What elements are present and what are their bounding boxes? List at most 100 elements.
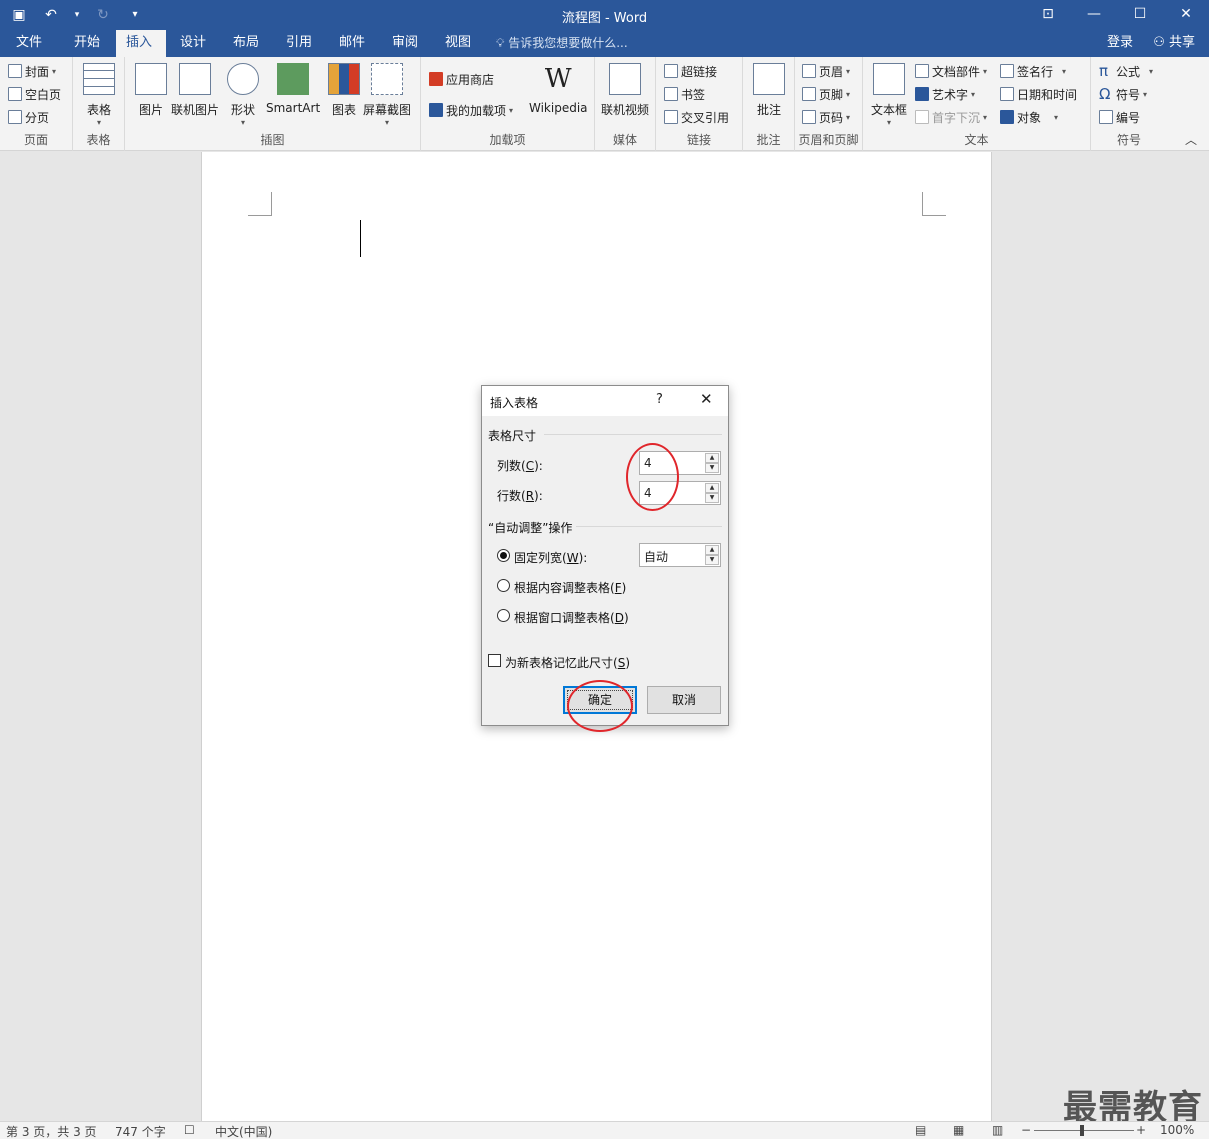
maximize-icon[interactable]: ☐ [1117,0,1163,30]
tab-view[interactable]: 视图 [435,30,481,57]
spin-down-icon[interactable]: ▼ [705,555,719,565]
access-key: C [525,459,535,473]
collapse-ribbon-icon[interactable]: ︿ [1185,131,1197,148]
login-link[interactable]: 登录 [1107,30,1133,57]
group-label: 链接 [686,133,711,147]
textbox-button[interactable]: 文本框 ▾ [871,63,907,127]
cross-reference-button[interactable]: 交叉引用 [664,107,729,127]
tell-me-text: 告诉我您想要做什么... [508,36,628,50]
spin-down-icon[interactable]: ▼ [705,463,719,473]
label-text: ) [623,611,629,625]
online-pictures-button[interactable]: 联机图片 [171,63,219,118]
print-layout-icon[interactable]: ▦ [953,1123,964,1137]
wikipedia-button[interactable]: W Wikipedia [529,63,588,115]
store-button[interactable]: 应用商店 [429,69,494,89]
tab-layout[interactable]: 布局 [223,30,269,57]
video-icon [609,63,641,95]
shapes-button[interactable]: 形状 ▾ [227,63,259,127]
pictures-button[interactable]: 图片 [135,63,167,118]
quick-parts-button[interactable]: 文档部件 ▾ [915,61,987,81]
equation-label: 公式 [1116,64,1141,79]
wikipedia-label: Wikipedia [529,101,588,115]
zoom-out-icon[interactable]: − [1021,1123,1031,1137]
group-addins: 应用商店 我的加载项 ▾ W Wikipedia 加载项 [421,57,595,151]
word-count[interactable]: 747 个字 [115,1123,166,1139]
proofing-icon[interactable]: ☐︎ [184,1123,195,1137]
read-mode-icon[interactable]: ▤ [915,1123,926,1137]
screenshot-label: 屏幕截图 [363,103,412,117]
dialog-close-button[interactable]: ✕ [700,390,713,408]
chevron-down-icon: ▾ [846,112,851,122]
online-video-button[interactable]: 联机视频 [601,63,649,118]
tab-design[interactable]: 设计 [170,30,216,57]
zoom-slider-track[interactable] [1034,1130,1134,1131]
label-text: ): [534,489,543,503]
page-number-button[interactable]: 页码 ▾ [802,107,850,127]
cancel-button[interactable]: 取消 [647,686,721,714]
comment-button[interactable]: 批注 [753,63,785,118]
footer-button[interactable]: 页脚 ▾ [802,84,850,104]
chart-label: 图表 [331,103,356,117]
bookmark-label: 书签 [681,87,706,102]
online-picture-icon [179,63,211,95]
number-button[interactable]: 编号 [1099,107,1140,127]
language-indicator[interactable]: 中文(中国) [215,1123,272,1139]
equation-button[interactable]: π 公式 ▾ [1099,61,1153,81]
link-icon [664,64,678,78]
share-button[interactable]: ⚇ 共享 [1153,30,1195,57]
tab-insert[interactable]: 插入 [116,30,166,57]
spin-up-icon[interactable]: ▲ [705,453,719,463]
title-bar: ▣ ↶ ▾ ↻ ▾ 流程图 - Word ⊡ — ☐ ✕ [0,0,1209,30]
blank-page-label: 空白页 [25,87,62,102]
zoom-slider-thumb[interactable] [1080,1125,1084,1136]
bookmark-button[interactable]: 书签 [664,84,705,104]
number-label: 编号 [1116,110,1141,125]
web-layout-icon[interactable]: ▥ [992,1123,1003,1137]
object-button[interactable]: 对象 ▾ [1000,107,1058,127]
page-break-button[interactable]: 分页 [8,107,49,127]
tell-me-box[interactable]: 💡︎ 告诉我您想要做什么... [496,30,628,57]
remember-size-checkbox[interactable] [488,654,501,667]
header-button[interactable]: 页眉 ▾ [802,61,850,81]
screenshot-button[interactable]: 屏幕截图 ▾ [363,63,411,127]
spin-up-icon[interactable]: ▲ [705,545,719,555]
chart-button[interactable]: 图表 [328,63,360,118]
column-width-spinner[interactable]: 自动 ▲ ▼ [639,543,721,567]
table-button[interactable]: 表格 ▾ [83,63,115,127]
autofit-content-radio[interactable] [497,579,510,592]
chevron-down-icon: ▾ [509,105,514,115]
zoom-in-icon[interactable]: + [1136,1123,1146,1137]
hyperlink-button[interactable]: 超链接 [664,61,717,81]
column-width-value[interactable]: 自动 [644,548,668,565]
date-time-button[interactable]: 日期和时间 [1000,84,1077,104]
chevron-down-icon: ▾ [52,66,57,76]
tab-review[interactable]: 审阅 [382,30,428,57]
tab-references[interactable]: 引用 [276,30,322,57]
spin-up-icon[interactable]: ▲ [705,483,719,493]
autofit-window-radio[interactable] [497,609,510,622]
page-count[interactable]: 第 3 页，共 3 页 [6,1123,97,1139]
help-button[interactable]: ? [656,392,663,407]
drop-cap-button[interactable]: 首字下沉 ▾ [915,107,987,127]
minimize-icon[interactable]: — [1071,0,1117,30]
shapes-label: 形状 [230,103,255,117]
tab-home[interactable]: 开始 [64,30,110,57]
symbol-button[interactable]: Ω 符号 ▾ [1099,84,1147,104]
zoom-level[interactable]: 100% [1160,1123,1194,1137]
close-icon[interactable]: ✕ [1163,0,1209,30]
signature-line-button[interactable]: 签名行 ▾ [1000,61,1066,81]
my-addins-button[interactable]: 我的加载项 ▾ [429,100,513,120]
shapes-icon [227,63,259,95]
label-text: 根据内容调整表格( [514,581,615,595]
blank-page-button[interactable]: 空白页 [8,84,61,104]
omega-icon: Ω [1099,85,1111,103]
spin-down-icon[interactable]: ▼ [705,493,719,503]
fixed-width-radio[interactable] [497,549,510,562]
cover-page-button[interactable]: 封面 ▾ [8,61,56,81]
ribbon-display-icon[interactable]: ⊡ [1025,0,1071,30]
footer-icon [802,87,816,101]
tab-mailings[interactable]: 邮件 [329,30,375,57]
wordart-button[interactable]: 艺术字 ▾ [915,84,975,104]
smartart-button[interactable]: SmartArt [266,63,320,115]
tab-file[interactable]: 文件 [6,30,52,57]
